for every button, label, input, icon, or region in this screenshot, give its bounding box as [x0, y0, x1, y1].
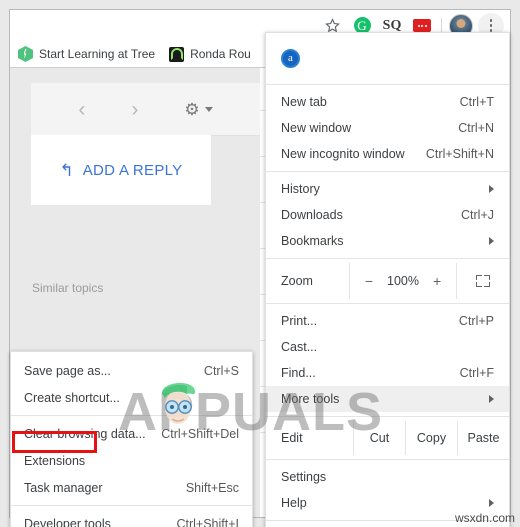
submenu-item-label: Save page as...	[24, 363, 111, 378]
menu-item-bookmarks[interactable]: Bookmarks	[266, 228, 509, 254]
zoom-out-button[interactable]: −	[365, 274, 373, 288]
zoom-percent-value: 100%	[387, 274, 419, 288]
submenu-item-label: Task manager	[24, 480, 103, 495]
submenu-divider	[11, 415, 252, 416]
submenu-item-shortcut: Ctrl+S	[203, 363, 239, 378]
account-avatar-icon: a	[281, 49, 300, 68]
menu-item-label: New tab	[281, 95, 327, 109]
chevron-right-icon	[489, 237, 494, 245]
menu-item-settings[interactable]: Settings	[266, 464, 509, 490]
treehouse-icon	[18, 46, 33, 62]
menu-item-label: Bookmarks	[281, 234, 344, 248]
menu-item-shortcut: Ctrl+T	[459, 95, 494, 109]
menu-divider	[266, 303, 509, 304]
submenu-item-shortcut: Ctrl+Shift+Del	[161, 426, 239, 441]
menu-item-label: Help	[281, 496, 307, 510]
submenu-item-shortcut: Ctrl+Shift+I	[176, 516, 239, 527]
menu-item-shortcut: Ctrl+F	[459, 366, 494, 380]
submenu-item-label: Developer tools	[24, 516, 111, 527]
menu-divider	[266, 258, 509, 259]
bookmark-label: Start Learning at Tree	[39, 47, 156, 61]
menu-item-shortcut: Ctrl+Shift+N	[425, 147, 494, 161]
bookmark-item-ronda[interactable]: Ronda Rou	[169, 46, 251, 62]
add-a-reply-label: ADD A REPLY	[82, 161, 183, 179]
menu-account-row[interactable]: a	[266, 37, 509, 80]
more-tools-submenu: Save page as... Ctrl+S Create shortcut..…	[10, 351, 253, 527]
submenu-divider	[11, 505, 252, 506]
menu-item-new-window[interactable]: New window Ctrl+N	[266, 115, 509, 141]
submenu-item-task-manager[interactable]: Task manager Shift+Esc	[11, 474, 252, 501]
chevron-right-icon	[489, 395, 494, 403]
chevron-right-icon	[489, 185, 494, 193]
menu-item-label: History	[281, 182, 320, 196]
zoom-label: Zoom	[266, 263, 350, 299]
menu-item-find[interactable]: Find... Ctrl+F	[266, 360, 509, 386]
submenu-item-label: Create shortcut...	[24, 390, 120, 405]
submenu-item-developer-tools[interactable]: Developer tools Ctrl+Shift+I	[11, 510, 252, 527]
menu-item-label: New window	[281, 121, 352, 135]
cut-button[interactable]: Cut	[354, 421, 406, 455]
copy-button[interactable]: Copy	[406, 421, 458, 455]
menu-item-history[interactable]: History	[266, 176, 509, 202]
ronda-icon	[169, 46, 185, 62]
menu-item-label: Settings	[281, 470, 327, 484]
menu-divider	[266, 171, 509, 172]
bookmark-item-treehouse[interactable]: Start Learning at Tree	[18, 46, 155, 62]
menu-item-more-tools[interactable]: More tools	[266, 386, 509, 412]
menu-item-downloads[interactable]: Downloads Ctrl+J	[266, 202, 509, 228]
menu-item-help[interactable]: Help	[266, 490, 509, 516]
chevron-down-icon	[204, 106, 213, 112]
menu-item-new-tab[interactable]: New tab Ctrl+T	[266, 89, 509, 115]
bookmark-label: Ronda Rou	[190, 47, 251, 61]
fullscreen-icon	[476, 275, 490, 287]
similar-topics-heading: Similar topics	[32, 281, 104, 295]
post-settings-menu[interactable]: ⚙	[184, 99, 213, 119]
submenu-item-save-page-as[interactable]: Save page as... Ctrl+S	[11, 357, 252, 384]
submenu-item-shortcut: Shift+Esc	[185, 480, 239, 495]
menu-item-new-incognito-window[interactable]: New incognito window Ctrl+Shift+N	[266, 141, 509, 167]
menu-item-shortcut: Ctrl+N	[458, 121, 494, 135]
menu-divider	[266, 520, 509, 521]
menu-divider	[266, 416, 509, 417]
menu-item-label: Find...	[281, 366, 316, 380]
submenu-item-label: Clear browsing data...	[24, 426, 146, 441]
edit-label: Edit	[266, 421, 354, 455]
menu-divider	[266, 459, 509, 460]
menu-item-label: New incognito window	[281, 147, 405, 161]
menu-divider	[266, 84, 509, 85]
add-a-reply-button[interactable]: ↰ ADD A REPLY	[31, 135, 211, 205]
chrome-main-menu: a New tab Ctrl+T New window Ctrl+N New i…	[265, 32, 510, 527]
menu-item-label: Downloads	[281, 208, 343, 222]
submenu-item-clear-browsing-data[interactable]: Clear browsing data... Ctrl+Shift+Del	[11, 420, 252, 447]
menu-item-label: Cast...	[281, 340, 318, 354]
next-post-icon[interactable]: ›	[131, 99, 138, 120]
post-navigation-toolbar: ‹ › ⚙	[31, 83, 260, 136]
menu-item-label: Print...	[281, 314, 318, 328]
fullscreen-button[interactable]	[457, 263, 509, 299]
menu-item-label: More tools	[281, 392, 340, 406]
paste-button[interactable]: Paste	[458, 421, 509, 455]
submenu-item-label: Extensions	[24, 453, 86, 468]
submenu-item-create-shortcut[interactable]: Create shortcut...	[11, 384, 252, 411]
submenu-item-extensions[interactable]: Extensions	[11, 447, 252, 474]
menu-item-cast[interactable]: Cast...	[266, 334, 509, 360]
zoom-controls: − 100% +	[350, 263, 457, 299]
previous-post-icon[interactable]: ‹	[78, 99, 85, 120]
gear-icon: ⚙	[184, 99, 200, 119]
menu-edit-row: Edit Cut Copy Paste	[266, 421, 509, 455]
menu-item-print[interactable]: Print... Ctrl+P	[266, 308, 509, 334]
menu-item-shortcut: Ctrl+P	[458, 314, 494, 328]
screenshot-root: ‹ › ⚙ ↰ ADD A REPLY Similar topics Start…	[0, 0, 520, 527]
menu-zoom-row: Zoom − 100% +	[266, 263, 509, 299]
menu-item-shortcut: Ctrl+J	[461, 208, 494, 222]
chevron-right-icon	[489, 499, 494, 507]
red-extension-icon	[413, 19, 431, 32]
reply-arrow-icon: ↰	[59, 160, 74, 180]
zoom-in-button[interactable]: +	[433, 274, 441, 288]
